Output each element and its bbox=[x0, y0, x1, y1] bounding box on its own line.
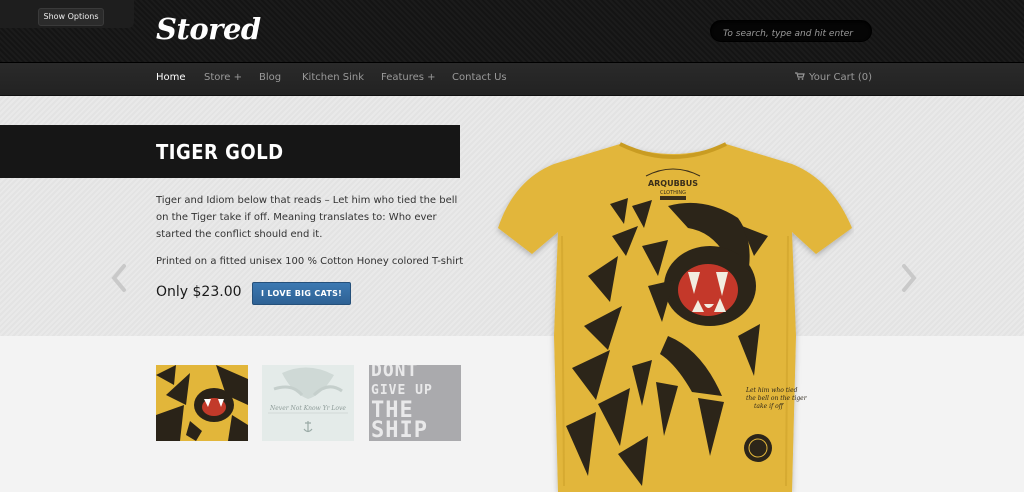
search-box[interactable] bbox=[710, 20, 872, 44]
cart-link[interactable]: Your Cart (0) bbox=[794, 72, 872, 83]
product-title: TIGER GOLD bbox=[156, 140, 284, 164]
nav-item-features[interactable]: Features + bbox=[381, 72, 436, 83]
site-logo[interactable]: Stored bbox=[156, 12, 261, 46]
product-detail: Printed on a fitted unisex 100 % Cotton … bbox=[156, 256, 464, 267]
tshirt-quote: Let him who tied the bell on the tiger t… bbox=[745, 387, 809, 410]
thumbnail-dont-give-up[interactable]: DONT GIVE UP THE SHIP bbox=[369, 365, 461, 441]
brand-name: ARQUBBUS bbox=[648, 179, 698, 188]
main-nav: Home Store + Blog Kitchen Sink Features … bbox=[0, 62, 1024, 96]
thumbnail-tiger-gold[interactable] bbox=[156, 365, 248, 441]
chevron-left-icon[interactable] bbox=[110, 263, 128, 293]
white-shirt-caption: Never Not Know Yr Love bbox=[270, 405, 346, 412]
show-options-button[interactable]: Show Options bbox=[38, 8, 104, 26]
white-shirt-thumb-image bbox=[262, 365, 354, 441]
tshirt-image: ARQUBBUS CLOTHING Let him who tied the b… bbox=[498, 142, 852, 492]
search-input[interactable] bbox=[711, 24, 871, 44]
nav-item-store[interactable]: Store + bbox=[204, 72, 242, 83]
options-panel: Show Options bbox=[0, 0, 134, 28]
product-description: Tiger and Idiom below that reads – Let h… bbox=[156, 195, 458, 240]
thumbnail-white-shirt[interactable]: Never Not Know Yr Love bbox=[262, 365, 354, 441]
nav-item-contact-us[interactable]: Contact Us bbox=[452, 72, 507, 83]
product-price: Only $23.00 bbox=[156, 284, 242, 300]
thumb-line-4: SHIP bbox=[371, 418, 428, 442]
cart-icon bbox=[794, 72, 805, 80]
chevron-right-icon[interactable] bbox=[900, 263, 918, 293]
site-header: Show Options Stored bbox=[0, 0, 1024, 62]
nav-item-blog[interactable]: Blog bbox=[259, 72, 281, 83]
tiger-thumb-image bbox=[156, 365, 248, 441]
nav-item-home[interactable]: Home bbox=[156, 72, 186, 83]
brand-sub: CLOTHING bbox=[660, 190, 686, 196]
nav-item-kitchen-sink[interactable]: Kitchen Sink bbox=[302, 72, 364, 83]
thumb-line-1: DONT bbox=[371, 365, 419, 381]
dont-give-up-text: DONT GIVE UP THE SHIP bbox=[371, 365, 459, 441]
buy-button[interactable]: I LOVE BIG CATS! bbox=[252, 282, 352, 305]
tshirt-seal bbox=[744, 434, 772, 462]
cart-label: Your Cart (0) bbox=[808, 72, 872, 83]
